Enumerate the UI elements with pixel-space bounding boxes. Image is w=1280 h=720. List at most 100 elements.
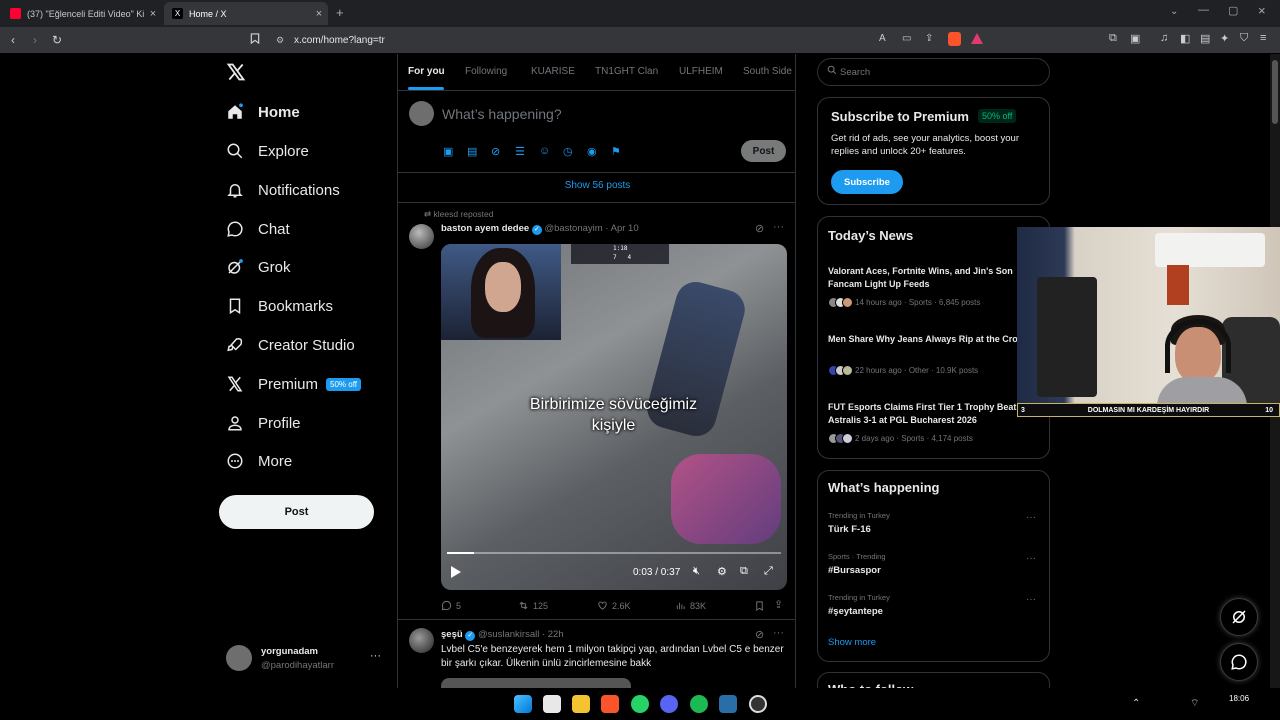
nav-bookmarks[interactable]: Bookmarks bbox=[226, 289, 333, 323]
settings-gear-icon[interactable]: ⚙ bbox=[717, 565, 727, 578]
author-name[interactable]: şeşü bbox=[441, 629, 463, 640]
nav-more[interactable]: More bbox=[226, 444, 292, 478]
minimize-icon[interactable]: — bbox=[1198, 4, 1209, 16]
post-more-icon[interactable]: ··· bbox=[773, 221, 784, 233]
tab-kick-video[interactable]: (37) "Eğlenceli Editi Video" Kick & Te × bbox=[2, 2, 162, 25]
obs-icon[interactable] bbox=[749, 695, 767, 713]
discord-icon[interactable] bbox=[660, 695, 678, 713]
show-more-link[interactable]: Show more bbox=[828, 637, 876, 648]
leo-icon[interactable]: ✦ bbox=[1220, 32, 1229, 45]
compose-input[interactable]: What’s happening? bbox=[442, 106, 562, 122]
task-view-icon[interactable] bbox=[543, 695, 561, 713]
trend-more-icon[interactable]: ··· bbox=[1026, 512, 1036, 523]
tab-for-you[interactable]: For you bbox=[408, 66, 445, 77]
messages-fab[interactable] bbox=[1220, 643, 1258, 681]
grok-explain-icon[interactable]: ⊘ bbox=[755, 222, 764, 235]
tray-arrow-icon[interactable]: ⌃ bbox=[1132, 698, 1140, 709]
poll-icon[interactable]: ☰ bbox=[515, 145, 527, 158]
image-icon[interactable]: ▣ bbox=[443, 145, 455, 158]
search-input[interactable]: Search bbox=[817, 58, 1050, 86]
tab-kuarise[interactable]: KUARISE bbox=[531, 66, 575, 77]
file-explorer-icon[interactable] bbox=[572, 695, 590, 713]
avatar[interactable] bbox=[409, 628, 434, 653]
whatsapp-icon[interactable] bbox=[631, 695, 649, 713]
taskbar-clock[interactable]: 18:06 bbox=[1229, 694, 1249, 703]
grok-explain-icon[interactable]: ⊘ bbox=[755, 628, 764, 641]
wallet-icon[interactable]: ▤ bbox=[1200, 32, 1210, 45]
vpn-icon[interactable]: ⛉ bbox=[1240, 32, 1248, 45]
trend-more-icon[interactable]: ··· bbox=[1026, 553, 1036, 564]
cast-icon[interactable]: ▭ bbox=[902, 33, 911, 44]
news-headline[interactable]: FUT Esports Claims First Tier 1 Trophy B… bbox=[828, 401, 1038, 427]
brave-browser-icon[interactable] bbox=[601, 695, 619, 713]
steam-icon[interactable] bbox=[719, 695, 737, 713]
tab-list-icon[interactable]: ⌄ bbox=[1170, 6, 1178, 17]
flag-icon[interactable]: ⚑ bbox=[611, 145, 623, 158]
trend-name[interactable]: #Bursaspor bbox=[828, 565, 881, 576]
post-video[interactable]: 1:18 7 4 Birbirimize sövüceğimiz kişiyle… bbox=[441, 244, 787, 590]
mute-icon[interactable]: 🔇︎ bbox=[693, 565, 700, 578]
compose-post-button[interactable]: Post bbox=[741, 140, 786, 162]
screenshot-icon[interactable]: ▣ bbox=[1130, 32, 1140, 45]
site-info-icon[interactable]: ⚙ bbox=[276, 35, 284, 46]
brave-shield-icon[interactable] bbox=[948, 32, 961, 46]
grok-icon[interactable]: ⊘ bbox=[491, 145, 503, 158]
brave-rewards-icon[interactable] bbox=[971, 33, 983, 44]
forward-icon[interactable]: › bbox=[24, 33, 46, 47]
views-action[interactable]: 83K bbox=[675, 600, 706, 611]
reply-action[interactable]: 5 bbox=[441, 600, 461, 611]
close-window-icon[interactable]: × bbox=[1258, 3, 1266, 18]
trend-name[interactable]: Türk F-16 bbox=[828, 524, 871, 535]
maximize-icon[interactable]: ▢ bbox=[1228, 4, 1238, 17]
avatar[interactable] bbox=[409, 224, 434, 249]
share-icon[interactable]: ⇪ bbox=[774, 598, 783, 611]
bookmark-icon[interactable] bbox=[754, 599, 765, 617]
video-progress-track[interactable] bbox=[447, 552, 781, 554]
location-icon[interactable]: ◉ bbox=[587, 145, 599, 158]
spotify-icon[interactable] bbox=[690, 695, 708, 713]
extensions-icon[interactable]: ⧉ bbox=[1109, 32, 1117, 45]
tab-home-x[interactable]: X Home / X × bbox=[164, 2, 328, 25]
news-headline[interactable]: Men Share Why Jeans Always Rip at the Cr… bbox=[828, 333, 1038, 346]
back-icon[interactable]: ‹ bbox=[2, 33, 24, 47]
close-tab-icon[interactable]: × bbox=[144, 8, 162, 20]
like-action[interactable]: 2.6K bbox=[597, 600, 631, 611]
post-date[interactable]: · Apr 10 bbox=[605, 223, 638, 234]
nav-premium[interactable]: Premium 50% off bbox=[226, 367, 361, 401]
sidebar-icon[interactable]: ◧ bbox=[1180, 32, 1190, 45]
nav-explore[interactable]: Explore bbox=[226, 134, 309, 168]
tab-south-side[interactable]: South Side bbox=[743, 66, 792, 77]
emoji-icon[interactable]: ☺ bbox=[539, 145, 551, 157]
fullscreen-icon[interactable]: ⤢ bbox=[764, 565, 773, 578]
start-menu-icon[interactable] bbox=[514, 695, 532, 713]
nav-notifications[interactable]: Notifications bbox=[226, 173, 340, 207]
translate-icon[interactable]: A bbox=[879, 33, 886, 44]
author-name[interactable]: baston ayem dedee bbox=[441, 223, 529, 234]
author-handle[interactable]: @bastonayim bbox=[544, 223, 602, 234]
x-logo-icon[interactable] bbox=[226, 62, 246, 87]
close-tab-icon[interactable]: × bbox=[310, 8, 328, 20]
reload-icon[interactable]: ↻ bbox=[46, 33, 68, 47]
nav-chat[interactable]: Chat bbox=[226, 212, 290, 246]
post-more-icon[interactable]: ··· bbox=[773, 627, 784, 639]
network-icon[interactable]: ⌔ bbox=[1190, 697, 1199, 710]
author-handle[interactable]: @suslankirsall bbox=[478, 629, 539, 640]
subscribe-button[interactable]: Subscribe bbox=[831, 170, 903, 194]
share-icon[interactable]: ⇪ bbox=[925, 33, 933, 44]
trend-more-icon[interactable]: ··· bbox=[1026, 594, 1036, 605]
schedule-icon[interactable]: ◷ bbox=[563, 145, 575, 158]
tab-following[interactable]: Following bbox=[465, 66, 507, 77]
bookmark-page-icon[interactable] bbox=[244, 33, 266, 47]
pip-icon[interactable]: ⧉ bbox=[740, 565, 748, 578]
account-switcher[interactable]: yorgunadam @parodihayatlarr ··· bbox=[226, 644, 386, 674]
news-headline[interactable]: Valorant Aces, Fortnite Wins, and Jin's … bbox=[828, 265, 1038, 291]
scrollbar-thumb[interactable] bbox=[1272, 60, 1278, 124]
post-date[interactable]: · 22h bbox=[542, 629, 564, 640]
new-tab-icon[interactable]: + bbox=[336, 5, 344, 20]
more-dots-icon[interactable]: ··· bbox=[370, 650, 381, 662]
nav-home[interactable]: Home bbox=[226, 95, 300, 129]
nav-creator-studio[interactable]: Creator Studio bbox=[226, 328, 355, 362]
gif-icon[interactable]: ▤ bbox=[467, 145, 479, 158]
show-new-posts-link[interactable]: Show 56 posts bbox=[398, 180, 795, 191]
grok-fab[interactable] bbox=[1220, 598, 1258, 636]
